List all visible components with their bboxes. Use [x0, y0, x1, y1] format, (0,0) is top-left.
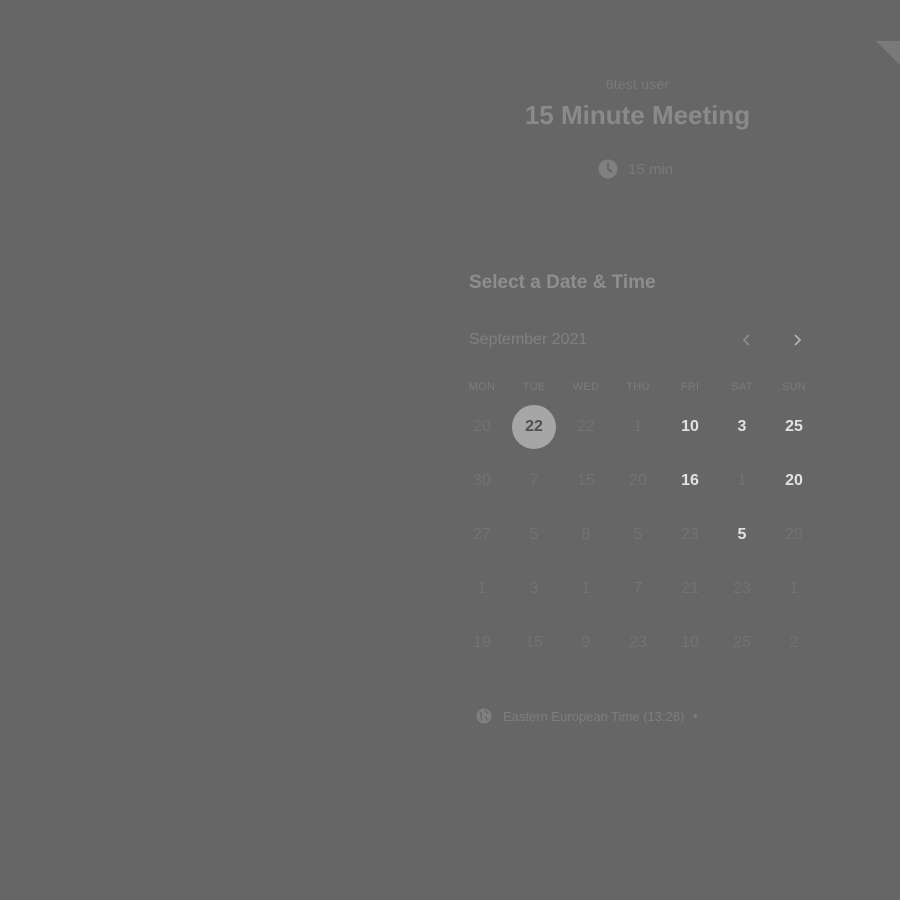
calendar-day: 20 — [612, 454, 664, 508]
calendar-grid: 20 22 22 1 10 3 25 30 7 15 20 16 1 20 27 5 8 5 23 5 29 1 3 1 7 21… — [456, 400, 820, 670]
clock-icon — [598, 159, 618, 179]
calendar-day: 7 — [612, 562, 664, 616]
calendar-day: 5 — [508, 508, 560, 562]
event-duration: 15 min — [598, 157, 673, 181]
timezone-label: Eastern European Time (13:26) — [503, 708, 685, 724]
calendar-day-available[interactable]: 16 — [664, 454, 716, 508]
calendar-day: 1 — [612, 400, 664, 454]
weekday-tue: TUE — [522, 381, 546, 393]
calendar-day-number: 23 — [681, 526, 699, 543]
calendar-day: 10 — [664, 616, 716, 670]
duration-label: 15 min — [628, 160, 674, 178]
calendar-day-number: 20 — [629, 472, 647, 489]
calendar-day-selected[interactable]: 22 — [508, 400, 560, 454]
calendar-day-number: 27 — [473, 526, 491, 543]
calendar-day: 23 — [664, 508, 716, 562]
calendar-day-number: 19 — [473, 634, 491, 651]
calendar-day: 9 — [560, 616, 612, 670]
calendar-day: 23 — [716, 562, 768, 616]
calendar-day-number: 10 — [681, 418, 699, 435]
calendar-day-number: 23 — [629, 634, 647, 651]
calendar-day: 30 — [456, 454, 508, 508]
calendar-day-number: 1 — [477, 580, 487, 597]
calendar-day-number: 15 — [525, 634, 543, 651]
calendar-day: 7 — [508, 454, 560, 508]
calendar-day-number: 2 — [789, 634, 799, 651]
weekday-mon: MON — [468, 381, 496, 393]
calendar-day: 15 — [508, 616, 560, 670]
timezone-selector[interactable]: Eastern European Time (13:26) ▼ — [476, 705, 699, 727]
calendar-day-available[interactable]: 5 — [716, 508, 768, 562]
calendar-day-number: 5 — [633, 526, 643, 543]
calendar-day-number: 30 — [473, 472, 491, 489]
calendar-day: 25 — [716, 616, 768, 670]
month-label: September 2021 — [469, 331, 588, 348]
corner-ribbon — [876, 41, 900, 65]
calendar-day: 29 — [768, 508, 820, 562]
calendar-day: 1 — [768, 562, 820, 616]
weekday-wed: WED — [572, 381, 600, 393]
weekday-thu: THU — [626, 381, 650, 393]
calendar-day-number: 23 — [733, 580, 751, 597]
calendar-day-number: 3 — [737, 418, 747, 435]
previous-month-button[interactable] — [735, 328, 759, 352]
calendar-day-number: 20 — [785, 472, 803, 489]
event-title: 15 Minute Meeting — [524, 100, 751, 130]
calendar-day-number: 1 — [789, 580, 799, 597]
calendar-day-number: 25 — [733, 634, 751, 651]
month-navigation: September 2021 — [469, 328, 809, 352]
caret-down-icon: ▼ — [691, 711, 700, 721]
calendar-day: 2 — [768, 616, 820, 670]
calendar-day-number: 10 — [681, 634, 699, 651]
calendar-day: 23 — [612, 616, 664, 670]
calendar-day-available[interactable]: 3 — [716, 400, 768, 454]
calendar-day-number: 7 — [529, 472, 539, 489]
weekday-sat: SAT — [731, 381, 753, 393]
calendar-day-number: 5 — [737, 526, 747, 543]
calendar-day-available[interactable]: 10 — [664, 400, 716, 454]
calendar-day-number: 15 — [577, 472, 595, 489]
globe-icon — [476, 708, 492, 724]
calendar-day: 1 — [560, 562, 612, 616]
section-heading: Select a Date & Time — [469, 272, 656, 293]
weekday-fri: FRI — [680, 381, 700, 393]
calendar-day-number: 20 — [473, 418, 491, 435]
calendar-day-number: 3 — [529, 580, 539, 597]
calendar-day: 1 — [456, 562, 508, 616]
calendar-day: 27 — [456, 508, 508, 562]
calendar-day: 21 — [664, 562, 716, 616]
calendar-day-number: 22 — [512, 405, 556, 449]
calendar-day-available[interactable]: 25 — [768, 400, 820, 454]
calendar-day-number: 1 — [581, 580, 591, 597]
chevron-left-icon — [742, 334, 750, 346]
calendar-day: 22 — [560, 400, 612, 454]
calendar-day-number: 5 — [529, 526, 539, 543]
calendar-day-number: 22 — [577, 418, 595, 435]
calendar-day-number: 21 — [681, 580, 699, 597]
calendar-day-number: 1 — [737, 472, 747, 489]
chevron-right-icon — [794, 334, 802, 346]
host-name: 6test user — [605, 76, 670, 92]
calendar-day: 8 — [560, 508, 612, 562]
weekday-header: MON TUE WED THU FRI SAT SUN — [456, 381, 820, 393]
weekday-sun: SUN — [781, 381, 807, 393]
calendar-day-number: 8 — [581, 526, 591, 543]
calendar-day: 3 — [508, 562, 560, 616]
calendar-day: 20 — [456, 400, 508, 454]
calendar-day-number: 9 — [581, 634, 591, 651]
calendar-day-number: 25 — [785, 418, 803, 435]
calendar-day-number: 7 — [633, 580, 643, 597]
calendar-day-number: 29 — [785, 526, 803, 543]
calendar-day: 19 — [456, 616, 508, 670]
calendar-day: 1 — [716, 454, 768, 508]
calendar-day: 5 — [612, 508, 664, 562]
calendar-day-number: 16 — [681, 472, 699, 489]
calendar-day: 15 — [560, 454, 612, 508]
next-month-button[interactable] — [785, 328, 809, 352]
calendar-day-number: 1 — [633, 418, 643, 435]
calendar-day-available[interactable]: 20 — [768, 454, 820, 508]
